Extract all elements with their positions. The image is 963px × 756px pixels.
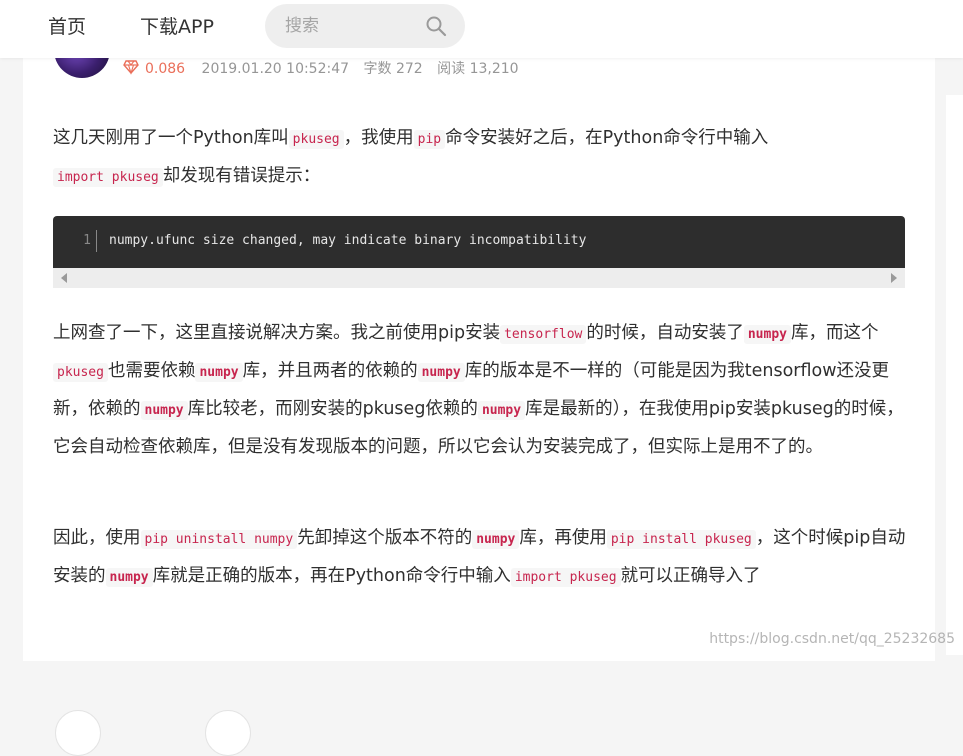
paragraph-1: 这几天刚用了一个Python库叫 pkuseg ，我使用 pip 命令安装好之后，在Py… [53,120,913,196]
text: 也需要依赖 [107,361,196,381]
search-box[interactable] [265,4,465,48]
right-sidebar [946,95,963,655]
diamond-count: 0.086 [123,59,185,79]
inline-code: numpy [743,325,791,344]
watermark: https://blog.csdn.net/qq_25232685 [709,631,955,647]
search-input[interactable] [285,15,415,37]
code-horizontal-scrollbar[interactable] [53,268,905,288]
scroll-left-arrow-icon[interactable] [61,273,67,283]
inline-code: import pkuseg [53,168,163,187]
text: 就可以正确导入了 [620,566,761,586]
text: ，我使用 [343,128,414,148]
inline-code: tensorflow [500,325,587,344]
like-button[interactable] [55,710,101,756]
text: 这几天刚用了一个Python库叫 [53,128,289,148]
inline-code: import pkuseg [510,568,621,587]
text: 的时候，自动安装了 [586,323,744,343]
text: 库就是正确的版本，再在Python命令行中输入 [152,566,511,586]
inline-code: pip uninstall numpy [140,530,298,549]
inline-code: numpy [195,363,243,382]
text: 先卸掉这个版本不符的 [297,528,473,548]
text: 库，再使用 [519,528,607,548]
nav-home-link[interactable]: 首页 [48,13,86,41]
nav-download-app-link[interactable]: 下载APP [140,13,214,41]
inline-code: numpy [477,401,526,420]
read-count: 阅读 13,210 [437,61,519,77]
text: 库比较老，而刚安装的pkuseg依赖的 [187,399,478,419]
article-card: 0.086 2019.01.20 10:52:47 字数 272 阅读 13,2… [23,36,935,756]
diamond-value: 0.086 [145,61,186,77]
inline-code: pkuseg [288,130,344,149]
inline-code: pip install pkuseg [606,530,756,549]
inline-code: numpy [417,363,465,382]
inline-code: numpy [140,401,188,420]
paragraph-2: 上网查了一下，这里直接说解决方案。我之前使用pip安装 tensorflow 的时候… [53,315,908,465]
paragraph-3: 因此，使用 pip uninstall numpy 先卸掉这个版本不符的 numpy 库… [53,520,908,596]
reward-button[interactable] [205,710,251,756]
scroll-right-arrow-icon[interactable] [891,273,897,283]
search-icon[interactable] [425,15,447,37]
text: 库，而这个 [791,323,879,343]
diamond-icon [123,60,139,75]
inline-code: numpy [472,530,520,549]
inline-code: pkuseg [53,363,108,382]
text: 命令安装好之后，在Python命令行中输入 [445,128,769,148]
text: 因此，使用 [53,528,141,548]
inline-code: pip [413,130,446,149]
article-meta: 0.086 2019.01.20 10:52:47 字数 272 阅读 13,2… [123,59,529,79]
publish-datetime: 2019.01.20 10:52:47 [201,61,350,77]
text: 却发现有错误提示： [162,166,321,186]
top-nav-bar: 首页 下载APP [0,0,963,58]
text: 库，并且两者的依赖的 [242,361,418,381]
code-line: numpy.ufunc size changed, may indicate b… [109,233,587,248]
line-number: 1 [83,233,91,248]
text: 上网查了一下，这里直接说解决方案。我之前使用pip安装 [53,323,501,343]
inline-code: numpy [105,568,153,587]
word-count: 字数 272 [363,61,423,77]
gutter-divider [96,230,97,252]
code-block: 1 numpy.ufunc size changed, may indicate… [53,216,905,268]
